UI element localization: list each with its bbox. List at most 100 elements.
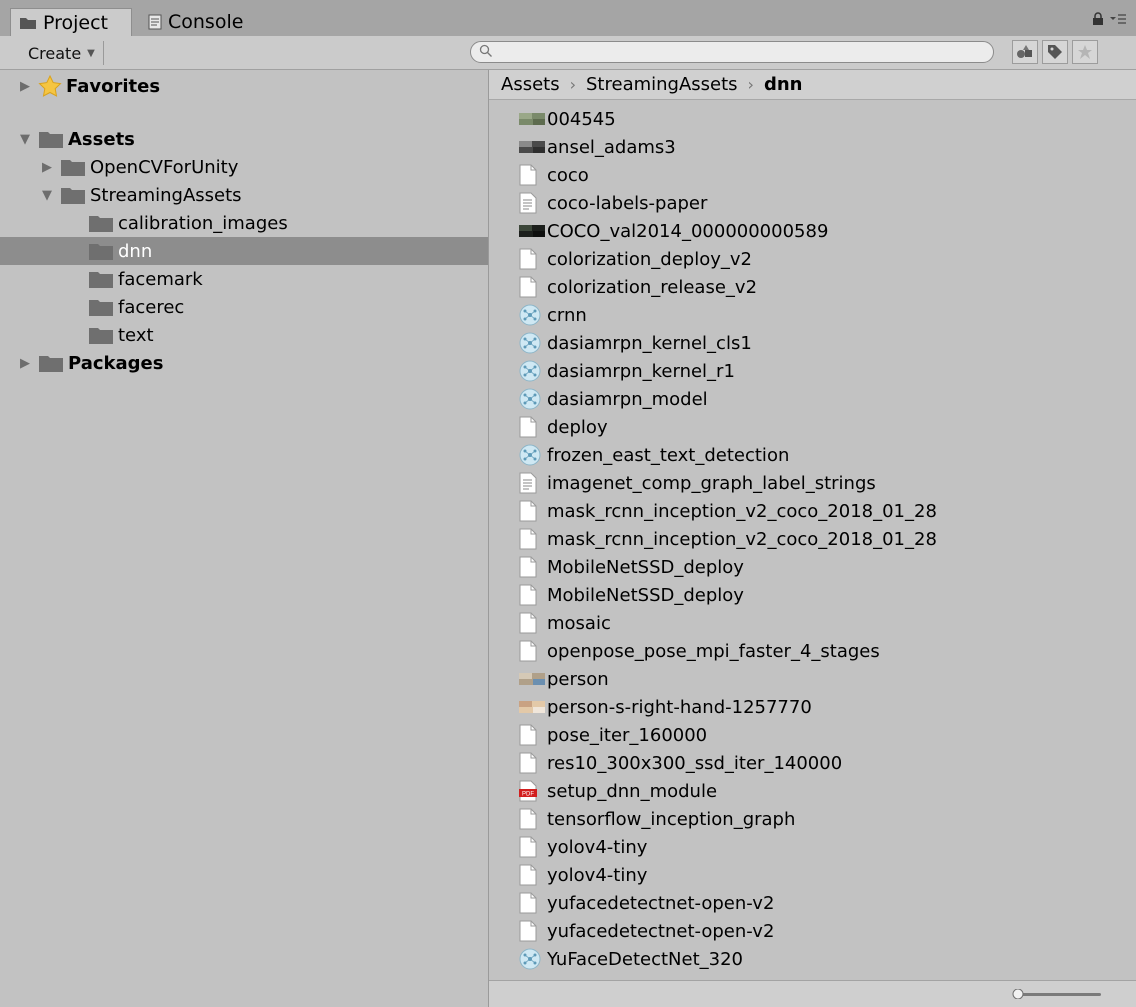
tree-item-packages[interactable]: ▶ Packages [0,349,488,377]
file-name: dasiamrpn_kernel_cls1 [547,332,752,354]
tree-item-dnn[interactable]: dnn [0,237,488,265]
tree-item-favorites[interactable]: ▶ Favorites [0,72,488,100]
file-row[interactable]: YuFaceDetectNet_320 [519,945,743,973]
folder-icon [60,185,86,205]
expanded-arrow-icon[interactable]: ▼ [40,188,54,203]
collapsed-arrow-icon[interactable]: ▶ [18,79,32,94]
collapsed-arrow-icon[interactable]: ▶ [40,160,54,175]
file-row[interactable]: yolov4-tiny [519,861,647,889]
console-icon [148,14,162,30]
file-browser: Assets › StreamingAssets › dnn 004545 ans… [489,70,1136,1007]
file-row[interactable]: MobileNetSSD_deploy [519,581,744,609]
file-row[interactable]: dasiamrpn_model [519,385,708,413]
file-row[interactable]: imagenet_comp_graph_label_strings [519,469,876,497]
file-name: res10_300x300_ssd_iter_140000 [547,752,843,774]
tree-item-facerec[interactable]: facerec [0,293,488,321]
file-name: setup_dnn_module [547,780,718,802]
file-row[interactable]: COCO_val2014_000000000589 [519,217,828,245]
file-row[interactable]: person [519,665,609,693]
file-name: pose_iter_160000 [547,724,708,746]
expanded-arrow-icon[interactable]: ▼ [18,132,32,147]
file-row[interactable]: yolov4-tiny [519,833,647,861]
file-icon [519,164,545,186]
image-thumb-icon [519,108,545,130]
tree-item-label: text [118,324,154,346]
file-name: yufacedetectnet-open-v2 [547,892,775,914]
file-icon [519,556,545,578]
file-row[interactable]: mosaic [519,609,611,637]
tree-item-streamingassets[interactable]: ▼ StreamingAssets [0,181,488,209]
file-name: ansel_adams3 [547,136,676,158]
tree-item-facemark[interactable]: facemark [0,265,488,293]
file-row[interactable]: coco [519,161,589,189]
favorites-filter-button[interactable] [1072,40,1098,64]
file-row[interactable]: deploy [519,413,608,441]
file-row[interactable]: dasiamrpn_kernel_r1 [519,357,735,385]
tree-item-calibration-images[interactable]: calibration_images [0,209,488,237]
folder-icon [88,325,114,345]
file-row[interactable]: ansel_adams3 [519,133,676,161]
file-name: person [547,668,609,690]
file-row[interactable]: colorization_deploy_v2 [519,245,752,273]
file-row[interactable]: yufacedetectnet-open-v2 [519,917,774,945]
tree-item-assets[interactable]: ▼ Assets [0,125,488,153]
file-row[interactable]: pose_iter_160000 [519,721,707,749]
filter-buttons [1012,40,1098,64]
tree-item-label: dnn [118,240,153,262]
icon-size-slider[interactable] [1011,989,1101,999]
text-file-icon [519,192,545,214]
breadcrumb-item-dnn[interactable]: dnn [764,74,803,95]
search-by-label-button[interactable] [1042,40,1068,64]
file-name: mask_rcnn_inception_v2_coco_2018_01_28 [547,528,937,550]
file-row[interactable]: PDF setup_dnn_module [519,777,717,805]
file-row[interactable]: crnn [519,301,587,329]
file-name: crnn [547,304,587,326]
file-row[interactable]: MobileNetSSD_deploy [519,553,744,581]
file-icon [519,724,545,746]
search-input[interactable] [470,41,994,63]
file-row[interactable]: tensorflow_inception_graph [519,805,795,833]
model-icon [519,444,545,466]
collapsed-arrow-icon[interactable]: ▶ [18,356,32,371]
file-row[interactable]: 004545 [519,105,616,133]
tree-item-label: facemark [118,268,203,290]
file-name: mask_rcnn_inception_v2_coco_2018_01_28 [547,500,937,522]
file-row[interactable]: res10_300x300_ssd_iter_140000 [519,749,842,777]
file-row[interactable]: person-s-right-hand-1257770 [519,693,812,721]
search-by-type-button[interactable] [1012,40,1038,64]
tree-item-text[interactable]: text [0,321,488,349]
context-menu-icon[interactable] [1110,13,1126,29]
file-row[interactable]: openpose_pose_mpi_faster_4_stages [519,637,880,665]
lock-icon[interactable] [1092,12,1104,30]
tab-console[interactable]: Console [140,8,270,36]
file-row[interactable]: mask_rcnn_inception_v2_coco_2018_01_28 [519,525,937,553]
file-row[interactable]: yufacedetectnet-open-v2 [519,889,774,917]
file-icon [519,276,545,298]
tab-bar: Project Console [0,0,1136,36]
file-icon [519,416,545,438]
file-name: colorization_deploy_v2 [547,248,752,270]
tab-project[interactable]: Project [10,8,132,36]
file-row[interactable]: mask_rcnn_inception_v2_coco_2018_01_28 [519,497,937,525]
file-icon [519,808,545,830]
file-row[interactable]: frozen_east_text_detection [519,441,789,469]
file-icon [519,752,545,774]
breadcrumb-item-streamingassets[interactable]: StreamingAssets [586,74,738,95]
file-row[interactable]: colorization_release_v2 [519,273,757,301]
tree-item-opencvforunity[interactable]: ▶ OpenCVForUnity [0,153,488,181]
create-button[interactable]: Create ▼ [20,41,104,65]
file-name: yolov4-tiny [547,836,648,858]
file-name: dasiamrpn_kernel_r1 [547,360,735,382]
breadcrumb: Assets › StreamingAssets › dnn [489,70,1136,100]
file-row[interactable]: coco-labels-paper [519,189,707,217]
file-name: yufacedetectnet-open-v2 [547,920,775,942]
bottom-bar [489,980,1136,1007]
shapes-icon [1017,45,1032,58]
tree-item-label: Assets [68,128,135,150]
folder-icon [38,353,64,373]
text-file-icon [519,472,545,494]
file-icon [519,640,545,662]
file-name: imagenet_comp_graph_label_strings [547,472,876,494]
breadcrumb-item-assets[interactable]: Assets [501,74,560,95]
file-row[interactable]: dasiamrpn_kernel_cls1 [519,329,752,357]
